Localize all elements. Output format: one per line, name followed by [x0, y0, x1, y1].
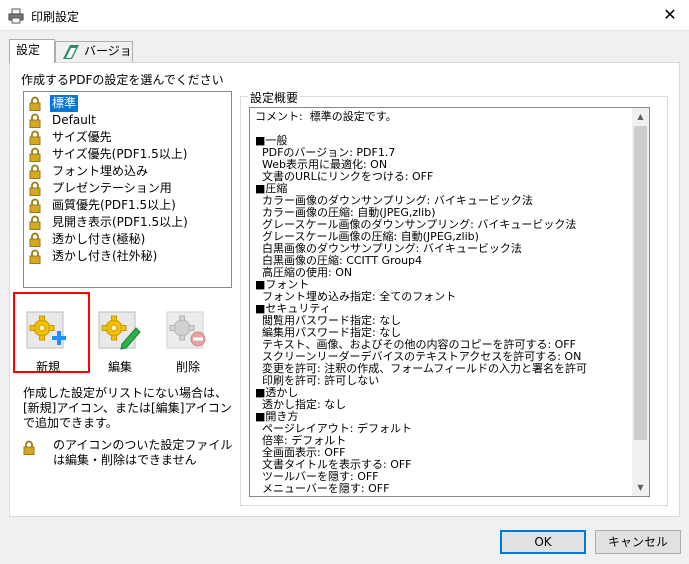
settings-list-item-label: 透かし付き(社外秘)	[52, 249, 158, 263]
new-setting-icon	[26, 311, 66, 349]
settings-list-item-label: 画質優先(PDF1.5以上)	[52, 198, 176, 212]
new-button[interactable]: 新規	[20, 306, 76, 374]
cancel-button[interactable]: キャンセル	[595, 530, 681, 554]
scroll-up-icon[interactable]: ▲	[632, 108, 649, 125]
settings-list-item-label: 見開き表示(PDF1.5以上)	[52, 215, 188, 229]
summary-line: コメント: 標準の設定です。	[255, 110, 397, 123]
settings-list-item-label: サイズ優先(PDF1.5以上)	[52, 147, 188, 161]
title-bar: 印刷設定 ✕	[0, 0, 689, 31]
summary-line: 印刷を許可: 許可しない	[255, 374, 380, 387]
lock-note-text: のアイコンのついた設定ファイルは編集・削除はできません	[53, 438, 233, 467]
summary-line: 透かし指定: なし	[255, 398, 347, 411]
edit-setting-icon	[98, 311, 141, 350]
settings-list-item[interactable]: フォント埋め込み	[24, 163, 231, 180]
settings-list-item[interactable]: 透かし付き(極秘)	[24, 231, 231, 248]
help-text: 作成した設定がリストにない場合は、[新規]アイコン、または[編集]アイコンで追加…	[23, 386, 232, 430]
settings-list-item-label: プレゼンテーション用	[52, 181, 172, 195]
settings-prompt: 作成するPDFの設定を選んでください	[21, 73, 224, 87]
settings-list-item[interactable]: プレゼンテーション用	[24, 180, 231, 197]
settings-list-item[interactable]: 見開き表示(PDF1.5以上)	[24, 214, 231, 231]
delete-button-label: 削除	[175, 360, 200, 374]
version-icon	[63, 45, 79, 59]
window-title: 印刷設定	[31, 10, 80, 24]
summary-line	[255, 123, 630, 135]
lock-icon	[23, 440, 35, 458]
settings-list-item-label: サイズ優先	[52, 130, 112, 144]
edit-button[interactable]: 編集	[92, 306, 148, 374]
settings-list-item-label: 標準	[50, 95, 79, 112]
summary-line: メニューバーを隠す: OFF	[255, 482, 390, 495]
printer-icon	[8, 8, 24, 27]
tab-settings[interactable]: 設定	[9, 39, 55, 63]
edit-button-label: 編集	[107, 360, 132, 374]
summary-line: 文書のURLにリンクをつける: OFF	[255, 170, 434, 183]
ok-button[interactable]: OK	[500, 530, 586, 554]
delete-setting-icon	[166, 311, 206, 349]
settings-list-item[interactable]: 透かし付き(社外秘)	[24, 248, 231, 265]
settings-list-item[interactable]: 画質優先(PDF1.5以上)	[24, 197, 231, 214]
settings-list-item[interactable]: 標準	[24, 95, 231, 112]
settings-list-item-label: フォント埋め込み	[52, 164, 149, 178]
lock-icon	[29, 249, 41, 269]
summary-scrollbar[interactable]: ▲ ▼	[632, 108, 649, 496]
summary-textbox[interactable]: コメント: 標準の設定です。 ■一般 PDFのバージョン: PDF1.7 Web表…	[249, 107, 650, 497]
close-button[interactable]: ✕	[655, 1, 685, 29]
tab-settings-label: 設定	[16, 43, 41, 57]
summary-line: 高圧縮の使用: ON	[255, 266, 353, 279]
tab-version[interactable]: バージョン	[55, 41, 133, 77]
scroll-down-icon[interactable]: ▼	[632, 479, 649, 496]
scroll-thumb[interactable]	[634, 126, 647, 440]
delete-button[interactable]: 削除	[160, 306, 216, 374]
settings-list-item-label: 透かし付き(極秘)	[52, 232, 146, 246]
settings-list-item[interactable]: サイズ優先	[24, 129, 231, 146]
settings-list-item[interactable]: Default	[24, 112, 231, 129]
new-button-label: 新規	[35, 360, 60, 374]
settings-list-item-label: Default	[52, 113, 96, 127]
settings-listbox[interactable]: 標準 Default サイズ優先サイズ優先(PDF1.5以上) フォント埋め込みプレゼ…	[23, 91, 232, 288]
summary-content: コメント: 標準の設定です。 ■一般 PDFのバージョン: PDF1.7 Web表…	[255, 111, 630, 495]
summary-label: 設定概要	[248, 89, 301, 106]
settings-list-item[interactable]: サイズ優先(PDF1.5以上)	[24, 146, 231, 163]
